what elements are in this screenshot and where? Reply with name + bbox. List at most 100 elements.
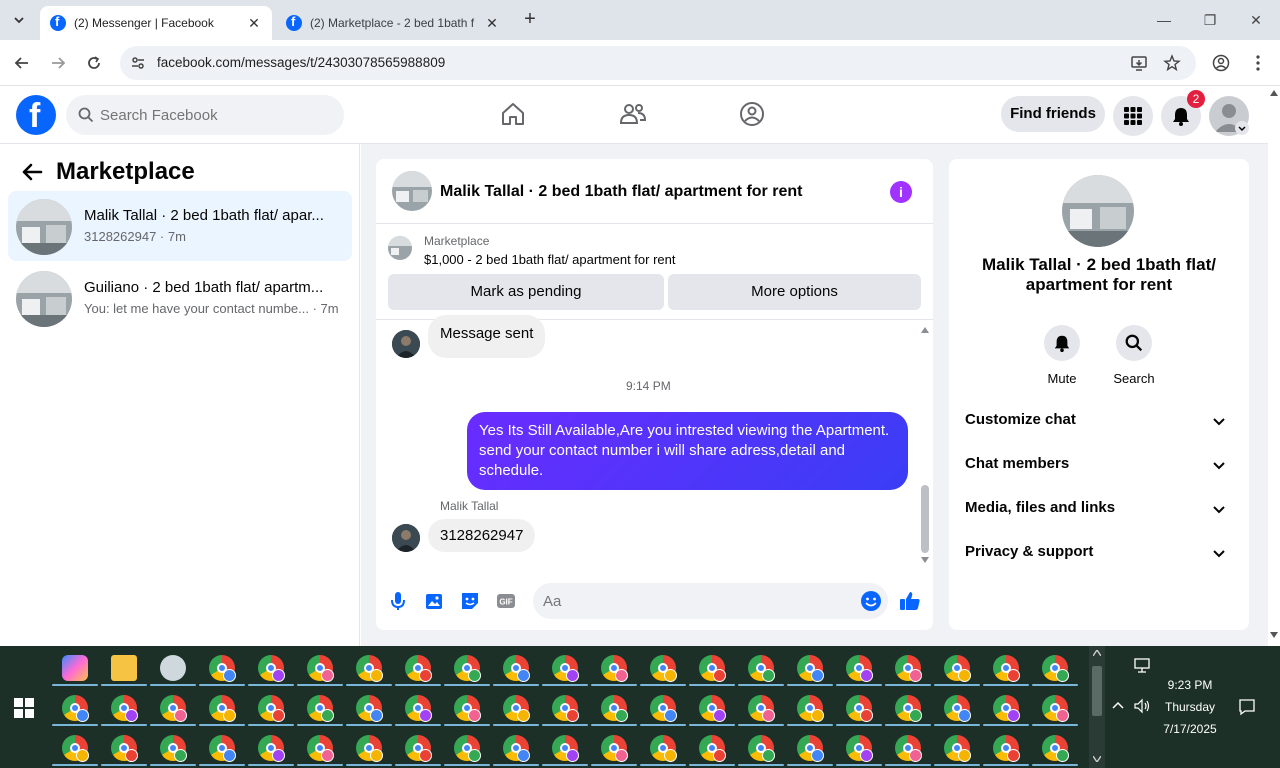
close-window-button[interactable]: ✕ — [1233, 8, 1279, 32]
windows-start-icon[interactable] — [14, 698, 34, 718]
clock-time[interactable]: 9:23 PM — [1160, 678, 1220, 692]
taskbar-scrollbar[interactable] — [1089, 646, 1105, 768]
photo-icon[interactable] — [422, 589, 446, 613]
chrome-profile-icon[interactable] — [405, 695, 432, 722]
scrollbar-thumb[interactable] — [1092, 666, 1102, 716]
chrome-profile-icon[interactable] — [993, 655, 1020, 682]
chat-title[interactable]: Malik Tallal · 2 bed 1bath flat/ apartme… — [440, 183, 802, 201]
listing-thumbnail[interactable] — [388, 236, 412, 260]
scroll-up-icon[interactable] — [1093, 650, 1101, 656]
more-options-button[interactable]: More options — [668, 274, 921, 310]
sender-avatar[interactable] — [392, 330, 420, 358]
emoji-icon[interactable] — [860, 590, 882, 612]
chrome-profile-icon[interactable] — [454, 655, 481, 682]
chrome-profile-icon[interactable] — [748, 655, 775, 682]
scrollbar-thumb[interactable] — [921, 485, 929, 553]
chrome-profile-icon[interactable] — [846, 695, 873, 722]
chrome-profile-icon[interactable] — [552, 655, 579, 682]
restore-button[interactable]: ❐ — [1187, 8, 1233, 32]
chrome-profile-icon[interactable] — [846, 735, 873, 762]
listing-price[interactable]: $1,000 - 2 bed 1bath flat/ apartment for… — [424, 252, 676, 267]
message-bubble-outgoing[interactable]: Yes Its Still Available,Are you intreste… — [467, 412, 908, 490]
tab-close-icon[interactable]: ✕ — [246, 15, 262, 32]
section-chat-members[interactable]: Chat members — [957, 445, 1241, 485]
chrome-profile-icon[interactable] — [895, 695, 922, 722]
friends-icon[interactable] — [619, 100, 647, 128]
chrome-profile-icon[interactable] — [699, 695, 726, 722]
search-input[interactable] — [100, 95, 330, 135]
groups-icon[interactable] — [738, 100, 766, 128]
file-explorer-icon[interactable] — [111, 655, 137, 681]
new-tab-button[interactable]: + — [518, 8, 542, 32]
tab-marketplace[interactable]: (2) Marketplace - 2 bed 1bath f ✕ — [276, 6, 510, 40]
chrome-profile-icon[interactable] — [405, 655, 432, 682]
forward-button[interactable] — [45, 50, 71, 76]
clock-day[interactable]: Thursday — [1160, 700, 1220, 714]
message-bubble-incoming[interactable]: Message sent — [428, 315, 546, 358]
chrome-profile-icon[interactable] — [160, 735, 187, 762]
chrome-profile-icon[interactable] — [111, 695, 138, 722]
chrome-profile-icon[interactable] — [503, 655, 530, 682]
facebook-search[interactable] — [66, 95, 344, 135]
scroll-up-icon[interactable] — [1270, 90, 1278, 96]
chrome-profile-icon[interactable] — [454, 735, 481, 762]
chrome-profile-icon[interactable] — [650, 695, 677, 722]
chrome-profile-icon[interactable] — [699, 655, 726, 682]
back-arrow-icon[interactable] — [20, 160, 44, 184]
reload-button[interactable] — [81, 50, 107, 76]
chrome-profile-icon[interactable] — [797, 735, 824, 762]
chrome-profile-icon[interactable] — [1042, 735, 1069, 762]
chrome-profile-icon[interactable] — [944, 695, 971, 722]
address-bar[interactable]: facebook.com/messages/t/2430307856598880… — [120, 46, 1196, 80]
find-friends-button[interactable]: Find friends — [1001, 96, 1105, 132]
chrome-profile-icon[interactable] — [895, 655, 922, 682]
snipping-tool-icon[interactable] — [160, 655, 186, 681]
network-icon[interactable] — [1133, 658, 1151, 674]
chrome-profile-icon[interactable] — [209, 735, 236, 762]
chrome-profile-icon[interactable] — [258, 655, 285, 682]
copilot-icon[interactable] — [62, 655, 88, 681]
search-in-chat-button[interactable]: Search — [1094, 325, 1174, 386]
chrome-profile-icon[interactable] — [356, 735, 383, 762]
chrome-profile-icon[interactable] — [699, 735, 726, 762]
message-input-box[interactable] — [533, 583, 888, 619]
conversation-item[interactable]: Malik Tallal · 2 bed 1bath flat/ apar...… — [8, 191, 352, 261]
scroll-down-icon[interactable] — [1093, 756, 1101, 762]
info-icon[interactable]: i — [890, 181, 912, 203]
chevron-up-icon[interactable] — [1111, 700, 1125, 710]
sender-avatar[interactable] — [392, 524, 420, 552]
page-scrollbar[interactable] — [1268, 86, 1280, 646]
chrome-profile-icon[interactable] — [650, 735, 677, 762]
menu-button[interactable] — [1113, 96, 1153, 136]
scroll-down-icon[interactable] — [921, 557, 929, 563]
chrome-profile-icon[interactable] — [307, 735, 334, 762]
chrome-profile-icon[interactable] — [405, 735, 432, 762]
chrome-profile-icon[interactable] — [307, 655, 334, 682]
chrome-profile-icon[interactable] — [258, 735, 285, 762]
message-input[interactable] — [543, 583, 843, 619]
chrome-profile-icon[interactable] — [1042, 655, 1069, 682]
chrome-profile-icon[interactable] — [356, 655, 383, 682]
chrome-profile-icon[interactable] — [503, 735, 530, 762]
chrome-profile-icon[interactable] — [601, 735, 628, 762]
chrome-profile-icon[interactable] — [62, 695, 89, 722]
chrome-profile-icon[interactable] — [895, 735, 922, 762]
chrome-profile-icon[interactable] — [503, 695, 530, 722]
chrome-profile-icon[interactable] — [552, 695, 579, 722]
tab-messenger[interactable]: (2) Messenger | Facebook ✕ — [40, 6, 272, 40]
section-media-files-links[interactable]: Media, files and links — [957, 489, 1241, 529]
site-settings-icon[interactable] — [130, 55, 146, 71]
chrome-profile-icon[interactable] — [1042, 695, 1069, 722]
chrome-profile-icon[interactable] — [944, 735, 971, 762]
mark-as-pending-button[interactable]: Mark as pending — [388, 274, 664, 310]
scroll-down-icon[interactable] — [1270, 632, 1278, 638]
microphone-icon[interactable] — [386, 589, 410, 613]
chrome-profile-icon[interactable] — [258, 695, 285, 722]
install-app-icon[interactable] — [1130, 54, 1148, 72]
home-icon[interactable] — [499, 100, 527, 128]
like-thumb-icon[interactable] — [898, 589, 922, 613]
profile-icon[interactable] — [1212, 54, 1230, 72]
chrome-profile-icon[interactable] — [111, 735, 138, 762]
chrome-profile-icon[interactable] — [356, 695, 383, 722]
minimize-button[interactable]: — — [1141, 8, 1187, 32]
